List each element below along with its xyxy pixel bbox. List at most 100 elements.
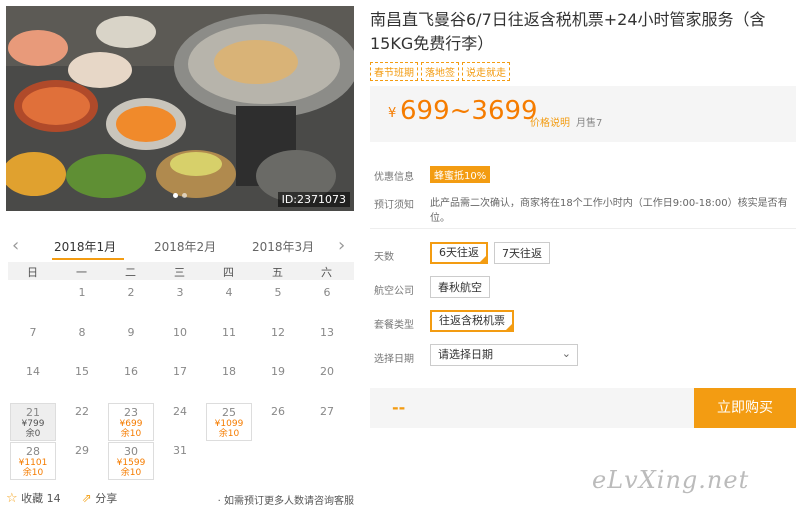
calendar-day: 10: [157, 324, 203, 362]
total-price: --: [392, 398, 406, 417]
day-number: 4: [225, 286, 233, 299]
calendar-day[interactable]: 30 ¥1599 余10: [108, 442, 154, 480]
weekday-label: 一: [76, 266, 87, 279]
month-tab[interactable]: 2018年2月: [154, 238, 216, 255]
chevron-down-icon: ⌄: [561, 347, 571, 360]
calendar-day[interactable]: 28 ¥1101 余10: [10, 442, 56, 480]
product-photo[interactable]: ID:2371073: [6, 6, 354, 211]
day-number: 26: [271, 404, 285, 418]
day-remaining: 余0: [25, 428, 41, 439]
buy-now-button[interactable]: 立即购买: [694, 388, 796, 428]
day-number: 17: [173, 365, 187, 378]
chevron-right-icon[interactable]: ›: [338, 236, 345, 256]
weekday-label: 二: [125, 266, 136, 279]
day-number: 3: [176, 286, 184, 299]
carousel-dots[interactable]: [6, 188, 354, 201]
discount-badge: 蜂蜜抵10%: [430, 166, 491, 183]
date-select[interactable]: 请选择日期 ⌄: [430, 344, 578, 366]
day-number: 20: [320, 365, 334, 378]
divider: [370, 228, 796, 229]
calendar-day: 20: [304, 363, 350, 401]
weekday-label: 六: [321, 266, 332, 279]
day-number: 19: [271, 365, 285, 378]
calendar-day: 5: [255, 284, 301, 322]
calendar-day: 29: [59, 442, 105, 480]
calendar-day: 26: [255, 403, 301, 441]
tag: 落地签: [421, 62, 459, 81]
calendar-day: 1: [59, 284, 105, 322]
calendar-day: 22: [59, 403, 105, 441]
star-icon[interactable]: ☆: [6, 491, 18, 506]
day-number: 6: [323, 286, 331, 299]
day-price: ¥799: [21, 418, 45, 429]
day-number: 22: [75, 404, 89, 418]
calendar-day: 7: [10, 324, 56, 362]
calendar-day: 3: [157, 284, 203, 322]
active-month-underline: [52, 258, 124, 260]
option-days-6[interactable]: 6天往返: [430, 242, 488, 264]
calendar-day: 15: [59, 363, 105, 401]
price-note-link[interactable]: 价格说明: [530, 114, 570, 129]
calendar-day: 24: [157, 403, 203, 441]
option-airline[interactable]: 春秋航空: [430, 276, 490, 298]
calendar-day: 9: [108, 324, 154, 362]
weekday-label: 五: [272, 266, 283, 279]
chevron-left-icon[interactable]: ‹: [12, 236, 19, 256]
carousel-dot[interactable]: [182, 193, 187, 198]
day-price: ¥1099: [214, 418, 244, 429]
option-package[interactable]: 往返含税机票: [430, 310, 514, 332]
calendar-day: 12: [255, 324, 301, 362]
carousel-dot[interactable]: [173, 193, 178, 198]
calendar-day: 19: [255, 363, 301, 401]
weekday-label: 三: [174, 266, 185, 279]
day-number: 13: [320, 325, 334, 339]
month-tab[interactable]: 2018年1月: [54, 238, 116, 255]
calendar-day: 2: [108, 284, 154, 322]
day-price: ¥699: [119, 418, 143, 429]
day-number: 21: [26, 405, 40, 419]
tag: 说走就走: [462, 62, 510, 81]
day-number: 30: [124, 445, 138, 458]
calendar-day[interactable]: 25 ¥1099 余10: [206, 402, 252, 441]
day-number: 15: [75, 365, 89, 378]
calendar-day[interactable]: 21 ¥799 余0: [10, 402, 56, 441]
product-tags: 春节班期 落地签 说走就走: [370, 62, 513, 81]
share-link[interactable]: 分享: [95, 492, 117, 505]
notice-label: 预订须知: [374, 200, 414, 211]
calendar-day: 16: [108, 363, 154, 401]
day-price: ¥1101: [18, 458, 48, 468]
calendar-day: 31: [157, 442, 203, 480]
day-number: 8: [78, 325, 86, 339]
product-title: 南昌直飞曼谷6/7日往返含税机票+24小时管家服务（含15KG免费行李）: [370, 10, 766, 53]
day-number: 18: [222, 365, 236, 378]
share-icon[interactable]: ⇗: [82, 491, 92, 505]
favorite-count[interactable]: 收藏 14: [21, 492, 61, 505]
monthly-sales: 月售7: [576, 118, 603, 129]
calendar-weekday-header: 日 一 二 三 四 五 六: [8, 262, 354, 280]
day-number: 9: [127, 325, 135, 339]
day-number: 2: [127, 286, 135, 299]
package-label: 套餐类型: [374, 320, 414, 331]
calendar-day: 11: [206, 324, 252, 362]
calendar-day: 13: [304, 324, 350, 362]
contact-note: · 如需预订更多人数请咨询客服: [217, 496, 354, 507]
month-tab[interactable]: 2018年3月: [252, 238, 314, 255]
day-remaining: 余10: [120, 468, 142, 478]
option-days-7[interactable]: 7天往返: [494, 242, 550, 264]
day-remaining: 余10: [22, 468, 44, 478]
calendar-day: 6: [304, 284, 350, 322]
price-range: 699~3699: [400, 96, 538, 126]
tag: 春节班期: [370, 62, 418, 81]
day-number: 27: [320, 404, 334, 418]
day-number: 1: [78, 286, 86, 299]
calendar-day: 8: [59, 324, 105, 362]
day-number: 11: [222, 325, 236, 339]
day-number: 31: [173, 444, 187, 457]
price-currency: ¥: [388, 106, 397, 121]
calendar-day[interactable]: 23 ¥699 余10: [108, 402, 154, 441]
airline-label: 航空公司: [374, 286, 414, 297]
day-price: ¥1599: [116, 458, 146, 468]
calendar-day: 27: [304, 403, 350, 441]
day-number: 24: [173, 404, 187, 418]
day-number: 29: [75, 444, 89, 457]
